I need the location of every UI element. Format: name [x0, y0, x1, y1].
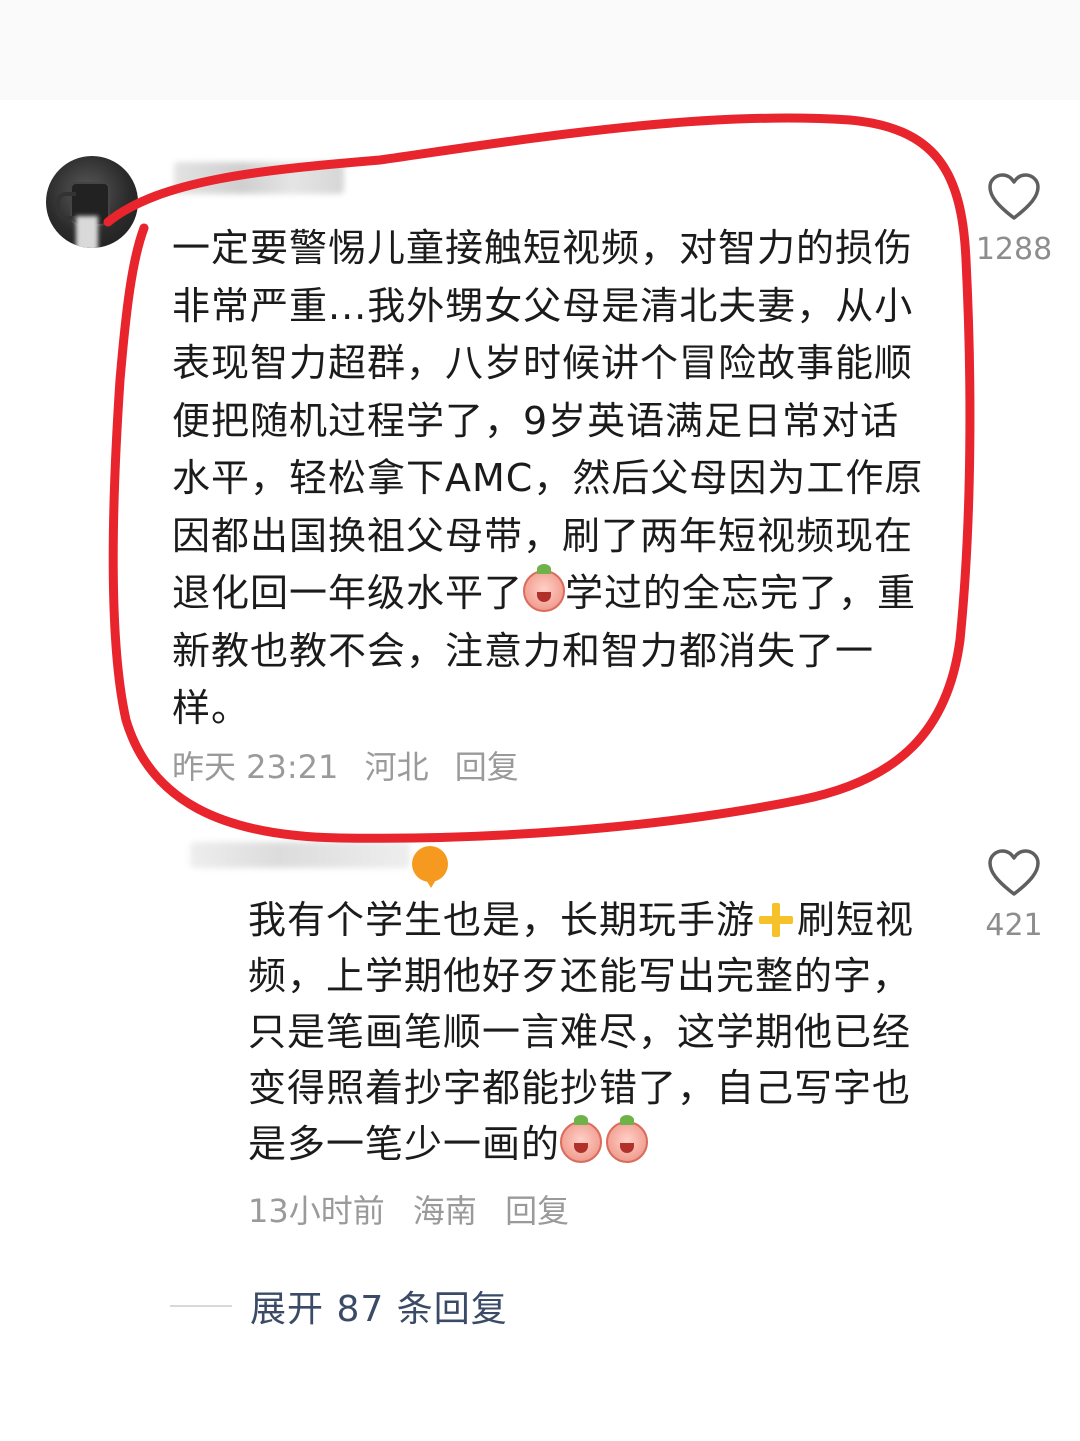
comment-location: 河北: [364, 748, 429, 786]
commenter-username-blurred[interactable]: [174, 162, 344, 194]
reply-text: 我有个学生也是，长期玩手游 刷短视频，上学期他好歹还能写出完整的字，只是笔画笔顺一…: [248, 892, 938, 1172]
comment-time: 昨天 23:21: [172, 748, 339, 786]
reply-like-count: 421: [985, 908, 1043, 943]
crying-emoji-icon: [606, 1115, 649, 1163]
reply-reply-button[interactable]: 回复: [505, 1192, 569, 1230]
expand-replies-label[interactable]: 展开 87 条回复: [250, 1280, 508, 1332]
reply-location: 海南: [412, 1192, 477, 1230]
heart-icon[interactable]: [987, 848, 1041, 898]
comment-text: 一定要警惕儿童接触短视频，对智力的损伤非常严重...我外甥女父母是清北夫妻，从小…: [172, 220, 932, 738]
heart-icon[interactable]: [987, 172, 1041, 222]
avatar-blur: [76, 216, 98, 248]
comment-reply-button[interactable]: 回复: [455, 748, 519, 786]
reply-time: 13小时前: [248, 1192, 385, 1230]
expand-divider: [170, 1305, 232, 1307]
orange-badge-icon: [412, 846, 448, 888]
commenter-avatar[interactable]: [46, 156, 138, 248]
crying-emoji-icon: [560, 1115, 603, 1163]
plus-icon: [759, 903, 794, 937]
comment-like[interactable]: 1288: [969, 172, 1059, 267]
reply-username-blurred[interactable]: [190, 842, 410, 868]
expand-replies-button[interactable]: 展开 87 条回复: [170, 1280, 508, 1332]
reply-meta: 13小时前 海南 回复: [248, 1186, 587, 1232]
comment-text-part1: 一定要警惕儿童接触短视频，对智力的损伤非常严重...我外甥女父母是清北夫妻，从小…: [172, 226, 924, 615]
crying-emoji-icon: [523, 564, 566, 612]
top-bar: [0, 0, 1080, 100]
reply-like[interactable]: 421: [969, 848, 1059, 943]
comment-like-count: 1288: [975, 232, 1053, 267]
comment-meta: 昨天 23:21 河北 回复: [172, 742, 535, 788]
reply-text-part1: 我有个学生也是，长期玩手游: [248, 898, 756, 942]
